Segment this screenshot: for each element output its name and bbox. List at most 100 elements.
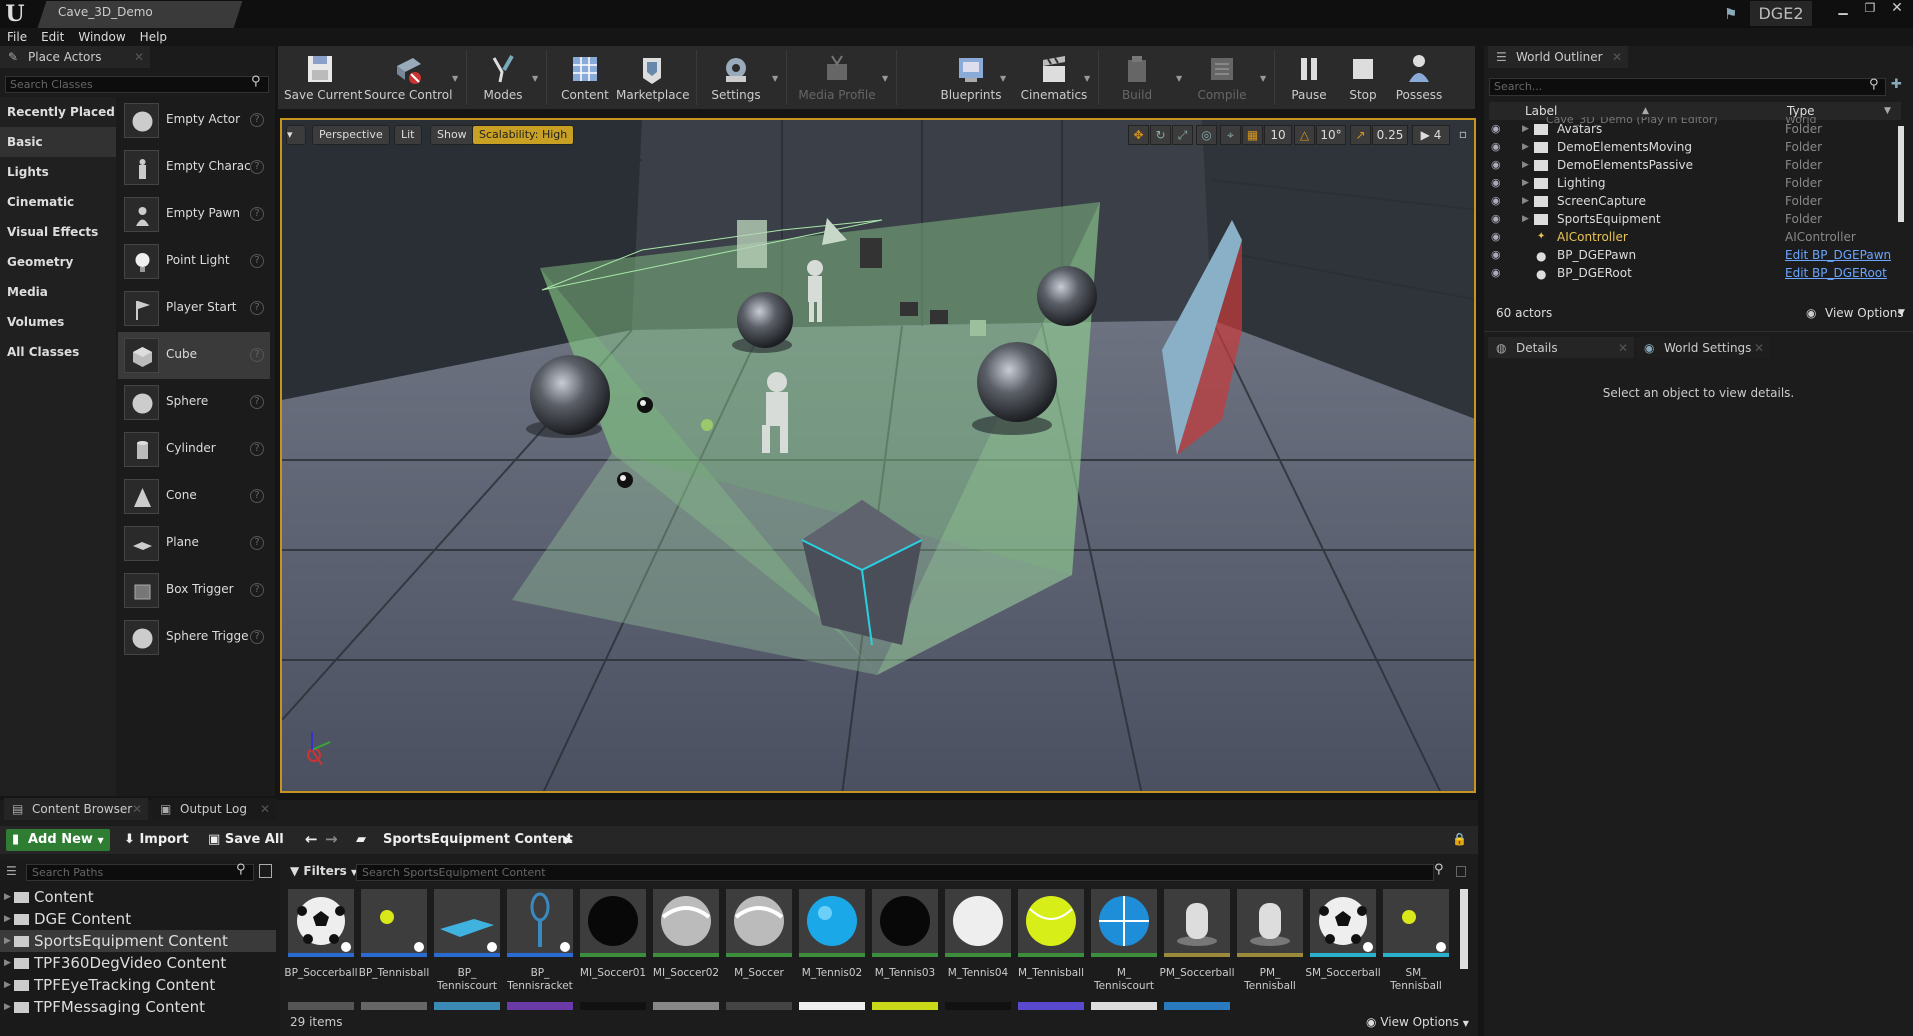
scale-icon[interactable]: ⤢ <box>1172 125 1193 145</box>
visibility-eye-icon[interactable]: ◉ <box>1491 174 1501 192</box>
asset-tile[interactable]: M_Tennis03 <box>872 889 938 999</box>
modes-button[interactable]: Modes <box>472 46 534 109</box>
cinematics-button[interactable]: Cinematics <box>1018 46 1090 109</box>
save-current-button[interactable]: Save Current <box>284 46 362 109</box>
visibility-eye-icon[interactable]: ◉ <box>1491 246 1501 264</box>
cb-view-options-button[interactable]: ◉ View Options ▼ <box>1366 1015 1469 1029</box>
maximize-viewport-icon[interactable]: ▫ <box>1454 125 1472 145</box>
forward-arrow-icon[interactable]: → <box>325 830 338 848</box>
back-arrow-icon[interactable]: ← <box>305 830 318 848</box>
asset-tile[interactable]: BP_ Tennisracket <box>507 889 573 999</box>
content-button[interactable]: Content <box>558 46 612 109</box>
asset-tile[interactable]: M_Soccer <box>726 889 792 999</box>
category-all-classes[interactable]: All Classes <box>0 337 116 367</box>
visibility-eye-icon[interactable]: ◉ <box>1491 120 1501 138</box>
menu-file[interactable]: File <box>0 28 34 46</box>
actor-item[interactable]: Empty Actor? <box>118 97 270 144</box>
actor-item[interactable]: Empty Charac? <box>118 144 270 191</box>
help-icon[interactable]: ? <box>250 583 264 597</box>
marketplace-button[interactable]: Marketplace <box>616 46 690 109</box>
import-button[interactable]: ⬇ Import <box>124 832 189 847</box>
actor-item[interactable]: Sphere Trigge? <box>118 614 270 661</box>
cinematics-dropdown[interactable]: ▼ <box>1084 74 1090 83</box>
expand-arrow-icon[interactable]: ▶ <box>1522 210 1529 228</box>
outliner-row[interactable]: ◉ ▶ SportsEquipment Folder <box>1489 210 1909 228</box>
category-geometry[interactable]: Geometry <box>0 247 116 277</box>
outliner-row[interactable]: ◉ ▶ Lighting Folder <box>1489 174 1909 192</box>
category-media[interactable]: Media <box>0 277 116 307</box>
help-icon[interactable]: ? <box>250 113 264 127</box>
menu-window[interactable]: Window <box>71 28 132 46</box>
level-viewport[interactable]: ▾ Perspective Lit Show Scalability: High… <box>280 118 1476 793</box>
help-icon[interactable]: ? <box>250 489 264 503</box>
expand-arrow-icon[interactable]: ▶ <box>4 996 11 1018</box>
possess-button[interactable]: Possess <box>1390 46 1448 109</box>
perspective-button[interactable]: Perspective <box>312 125 390 145</box>
build-button[interactable]: Build <box>1106 46 1168 109</box>
search-paths-input[interactable]: Search Paths <box>26 864 254 881</box>
help-icon[interactable]: ? <box>250 348 264 362</box>
outliner-row[interactable]: ◉ ▶ DemoElementsPassive Folder <box>1489 156 1909 174</box>
close-tab-icon[interactable]: ✕ <box>1754 337 1764 359</box>
scale-snap-value[interactable]: 0.25 <box>1372 125 1408 145</box>
outliner-search-input[interactable]: Search... <box>1489 78 1886 96</box>
asset-tile[interactable]: M_ Tenniscourt <box>1091 889 1157 999</box>
asset-tile[interactable]: BP_ Tenniscourt <box>434 889 500 999</box>
expand-arrow-icon[interactable]: ▶ <box>1522 138 1529 156</box>
actor-item[interactable]: Cone? <box>118 473 270 520</box>
expand-arrow-icon[interactable]: ▶ <box>4 908 11 930</box>
minimize-button[interactable]: ▁ <box>1830 0 1856 16</box>
menu-help[interactable]: Help <box>133 28 174 46</box>
world-space-icon[interactable]: ◎ <box>1196 125 1217 145</box>
close-tab-icon[interactable]: ✕ <box>132 798 142 820</box>
expand-arrow-icon[interactable]: ▶ <box>1522 192 1529 210</box>
outliner-row[interactable]: ◉ ● BP_DGEPawn Edit BP_DGEPawn <box>1489 246 1909 264</box>
close-button[interactable]: ✕ <box>1884 0 1910 16</box>
translate-icon[interactable]: ✥ <box>1128 125 1149 145</box>
outliner-item-type[interactable]: Edit BP_DGERoot <box>1785 264 1887 282</box>
asset-tile[interactable]: PM_ Tennisball <box>1237 889 1303 999</box>
breadcrumb-arrow-icon[interactable]: ▶ <box>565 835 573 846</box>
tab-details[interactable]: ◍ Details ✕ <box>1488 337 1634 359</box>
save-all-button[interactable]: ▣ Save All <box>208 832 284 847</box>
actor-item[interactable]: Sphere? <box>118 379 270 426</box>
expand-arrow-icon[interactable]: ▶ <box>1522 120 1529 138</box>
camera-speed-button[interactable]: ▶ 4 <box>1412 125 1450 145</box>
category-basic[interactable]: Basic <box>0 127 116 157</box>
lock-icon[interactable]: 🔒 <box>1452 832 1467 846</box>
asset-tile[interactable]: BP_Soccerball <box>284 889 358 999</box>
add-filter-icon[interactable]: ✚ <box>1891 77 1902 92</box>
rotation-snap-value[interactable]: 10° <box>1316 125 1346 145</box>
pause-button[interactable]: Pause <box>1282 46 1336 109</box>
actor-item[interactable]: Box Trigger? <box>118 567 270 614</box>
close-tab-icon[interactable]: ✕ <box>134 46 144 68</box>
grid-snap-icon[interactable]: ▦ <box>1242 125 1263 145</box>
asset-tile[interactable]: M_Tennisball <box>1018 889 1084 999</box>
modes-dropdown[interactable]: ▼ <box>532 74 538 83</box>
viewport-options-button[interactable]: ▾ <box>286 125 306 145</box>
menu-edit[interactable]: Edit <box>34 28 71 46</box>
expand-arrow-icon[interactable]: ▶ <box>4 886 11 908</box>
outliner-scrollbar[interactable] <box>1898 126 1904 222</box>
help-icon[interactable]: ? <box>250 254 264 268</box>
outliner-row[interactable]: ◉ ▶ Avatars Folder <box>1489 120 1909 138</box>
help-icon[interactable]: ? <box>250 536 264 550</box>
asset-tile[interactable]: M_Tennis04 <box>945 889 1011 999</box>
maximize-button[interactable]: ❐ <box>1857 0 1883 16</box>
tab-content-browser[interactable]: ▤ Content Browser ✕ <box>4 798 148 820</box>
actor-item[interactable]: Plane? <box>118 520 270 567</box>
actor-item[interactable]: Empty Pawn? <box>118 191 270 238</box>
settings-dropdown[interactable]: ▼ <box>772 74 778 83</box>
asset-scrollbar[interactable] <box>1460 889 1468 969</box>
search-assets-input[interactable]: Search SportsEquipment Content <box>356 864 1434 881</box>
path-item[interactable]: ▶ TPFMessaging Content <box>0 996 276 1018</box>
path-item[interactable]: ▶ Content <box>0 886 276 908</box>
expand-arrow-icon[interactable]: ▶ <box>1522 156 1529 174</box>
compile-dropdown[interactable]: ▼ <box>1260 74 1266 83</box>
compile-button[interactable]: Compile <box>1188 46 1256 109</box>
tab-world-settings[interactable]: ◉ World Settings ✕ <box>1636 337 1770 359</box>
source-control-dropdown[interactable]: ▼ <box>452 74 458 83</box>
source-control-button[interactable]: Source Control <box>364 46 452 109</box>
asset-tile[interactable]: PM_Soccerball <box>1160 889 1235 999</box>
filters-button[interactable]: ▼ Filters ▼ <box>290 864 357 878</box>
